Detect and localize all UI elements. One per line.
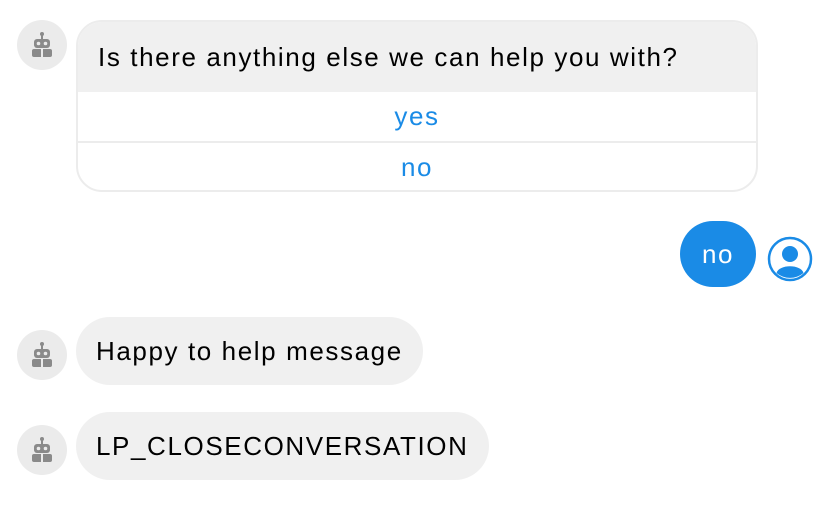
option-no-button[interactable]: no (78, 141, 756, 190)
bot-message-bubble: LP_CLOSECONVERSATION (76, 412, 489, 480)
robot-icon (32, 32, 52, 57)
user-icon (767, 236, 813, 282)
user-message-bubble: no (680, 221, 756, 287)
bot-avatar (17, 20, 67, 70)
robot-icon (32, 342, 52, 367)
option-yes-button[interactable]: yes (78, 92, 756, 141)
bot-avatar (17, 425, 67, 475)
quick-reply-card: Is there anything else we can help you w… (76, 20, 758, 192)
bot-message-bubble: Happy to help message (76, 317, 423, 385)
user-avatar (767, 236, 813, 282)
question-text: Is there anything else we can help you w… (78, 22, 756, 92)
robot-icon (32, 437, 52, 462)
bot-avatar (17, 330, 67, 380)
